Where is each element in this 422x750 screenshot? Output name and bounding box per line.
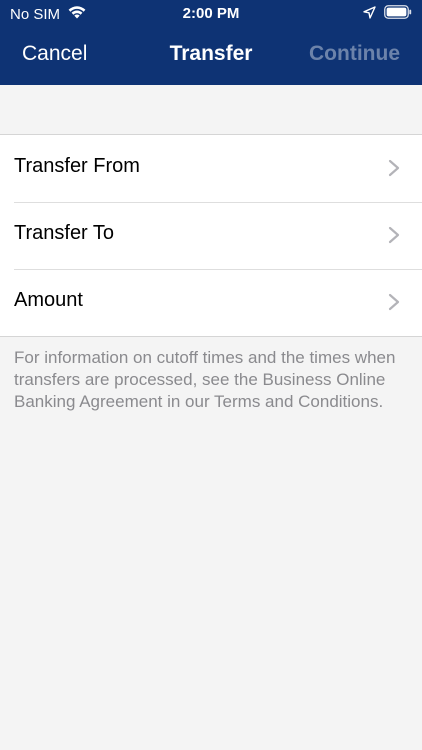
transfer-from-row[interactable]: Transfer From	[0, 135, 422, 202]
chevron-right-icon	[388, 159, 400, 177]
cutoff-times-footnote: For information on cutoff times and the …	[14, 348, 396, 411]
row-label: Amount	[14, 289, 83, 311]
battery-icon	[384, 5, 412, 24]
amount-row[interactable]: Amount	[0, 269, 422, 336]
status-indicators	[363, 5, 412, 24]
transfer-options-list: Transfer From Transfer To Amount	[0, 134, 422, 337]
row-label: Transfer From	[14, 155, 140, 177]
transfer-to-row[interactable]: Transfer To	[0, 202, 422, 269]
status-bar: No SIM 2:00 PM	[0, 0, 422, 28]
header: No SIM 2:00 PM Cancel Transfer Continue	[0, 0, 422, 85]
transfer-screen: No SIM 2:00 PM Cancel Transfer Continue …	[0, 0, 422, 750]
status-time: 2:00 PM	[182, 5, 240, 22]
location-arrow-icon	[363, 5, 376, 24]
chevron-right-icon	[388, 226, 400, 244]
continue-button[interactable]: Continue	[309, 42, 400, 66]
chevron-right-icon	[388, 293, 400, 311]
row-label: Transfer To	[14, 222, 115, 244]
nav-bar: Cancel Transfer Continue	[0, 28, 422, 85]
